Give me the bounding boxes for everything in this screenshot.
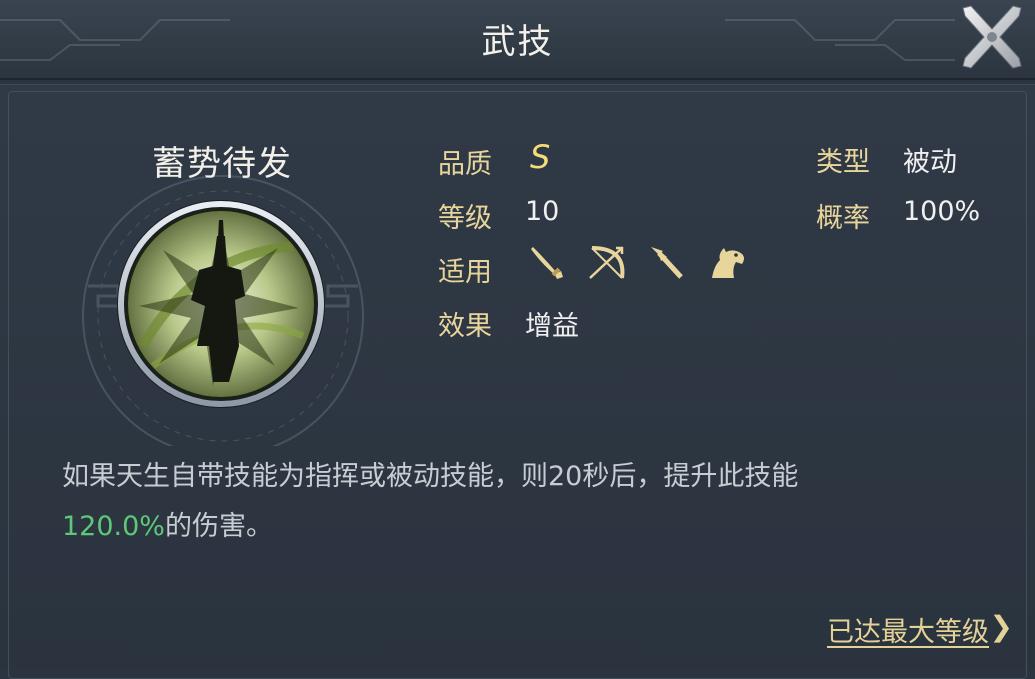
chevron-right-icon[interactable]: ❯ — [990, 610, 1013, 643]
max-level-link[interactable]: 已达最大等级 — [827, 610, 989, 649]
weapon-list — [524, 240, 750, 286]
sword-icon — [524, 240, 570, 286]
horse-icon — [704, 240, 750, 286]
bow-icon — [584, 240, 630, 286]
skill-description: 如果天生自带技能为指挥或被动技能，则20秒后，提升此技能 120.0%的伤害。 — [62, 452, 962, 552]
skill-name: 蓄势待发 — [152, 144, 292, 184]
description-text: 如果天生自带技能为指挥或被动技能，则20秒后，提升此技能 — [62, 461, 799, 492]
close-x-icon — [962, 5, 1022, 69]
skill-icon[interactable] — [113, 196, 329, 412]
damage-bonus-value: 120.0% — [62, 511, 165, 542]
type-label: 类型 — [816, 147, 870, 178]
quality-label: 品质 — [438, 149, 492, 180]
level-label: 等级 — [438, 203, 492, 234]
chance-label: 概率 — [816, 203, 870, 234]
effect-value: 增益 — [525, 311, 579, 342]
applies-label: 适用 — [438, 257, 492, 288]
type-value: 被动 — [903, 147, 957, 178]
page-title: 武技 — [481, 22, 554, 62]
description-tail: 的伤害。 — [164, 511, 273, 542]
spear-icon — [644, 240, 690, 286]
effect-label: 效果 — [438, 311, 492, 342]
level-value: 10 — [525, 196, 560, 227]
skill-emblem-icon — [117, 200, 325, 408]
chance-value: 100% — [903, 196, 981, 227]
quality-value: S — [530, 138, 551, 176]
close-button[interactable] — [955, 0, 1029, 74]
